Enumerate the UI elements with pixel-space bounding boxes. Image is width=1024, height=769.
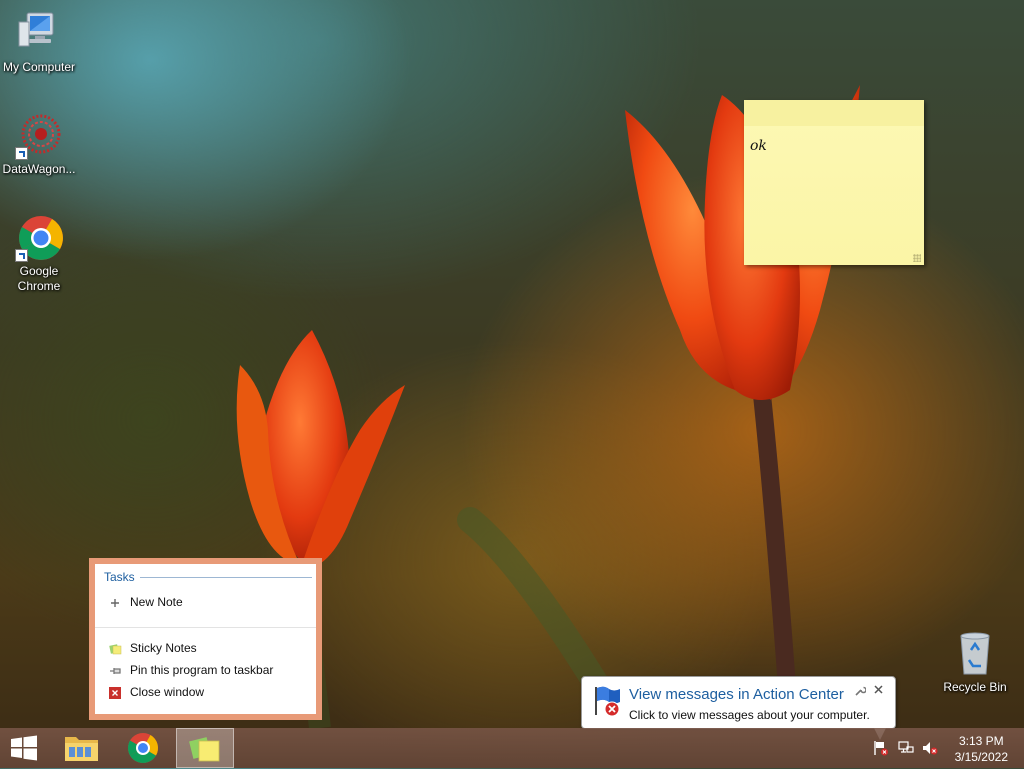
desktop-icon-label: Google Chrome (17, 264, 61, 293)
sticky-notes-icon (109, 642, 122, 655)
desktop-icon-label: DataWagon... (2, 162, 76, 176)
action-center-flag-icon[interactable] (873, 740, 889, 756)
desktop-icon-datawagon[interactable]: DataWagon... (1, 112, 77, 177)
jump-list-item-pin-to-taskbar[interactable]: Pin this program to taskbar (109, 661, 273, 679)
close-icon[interactable] (873, 684, 885, 696)
volume-muted-icon[interactable] (922, 740, 938, 756)
jump-list-item-label: New Note (130, 595, 183, 609)
section-divider (140, 577, 312, 578)
section-divider (95, 627, 316, 628)
recycle-bin-icon (951, 630, 999, 678)
notification-message[interactable]: Click to view messages about your comput… (629, 708, 870, 722)
desktop-icon-recycle-bin[interactable]: Recycle Bin (937, 630, 1013, 695)
clock-date: 3/15/2022 (954, 750, 1008, 764)
desktop-icon-label: Recycle Bin (943, 680, 1007, 694)
shortcut-arrow-icon (15, 249, 28, 262)
sticky-notes-jump-list: Tasks New Note Sticky Notes Pin this pro… (89, 558, 322, 720)
clock-time: 3:13 PM (958, 734, 1004, 748)
taskbar: 3:13 PM 3/15/2022 (0, 728, 1024, 768)
desktop-icon-google-chrome[interactable]: Google Chrome (1, 214, 77, 294)
close-icon (109, 686, 121, 699)
taskbar-google-chrome[interactable] (115, 728, 171, 768)
windows-logo-icon (11, 735, 37, 761)
action-center-notification[interactable]: View messages in Action Center Click to … (581, 676, 896, 740)
sticky-note-window[interactable]: ok (744, 100, 924, 265)
folder-icon (65, 737, 98, 761)
my-computer-icon (15, 10, 63, 58)
sticky-notes-icon (189, 737, 220, 762)
action-center-flag-icon (592, 685, 622, 717)
settings-wrench-icon[interactable] (854, 685, 867, 697)
sticky-note-titlebar[interactable] (744, 100, 924, 126)
start-button[interactable] (0, 728, 48, 768)
jump-list-item-label: Close window (130, 685, 205, 699)
jump-list-item-label: Pin this program to taskbar (130, 663, 274, 677)
network-icon[interactable] (898, 740, 914, 756)
desktop-icon-label: My Computer (2, 60, 76, 74)
sticky-note-text[interactable]: ok (750, 138, 767, 154)
taskbar-file-explorer[interactable] (54, 728, 110, 768)
chrome-icon (15, 214, 63, 262)
shortcut-arrow-icon (15, 147, 28, 160)
notification-title[interactable]: View messages in Action Center (629, 686, 844, 703)
jump-list-item-new-note[interactable]: New Note (109, 593, 183, 611)
chrome-icon (127, 733, 159, 764)
plus-icon (109, 596, 121, 608)
system-clock[interactable]: 3:13 PM 3/15/2022 (955, 733, 1008, 765)
jump-list-section-title: Tasks (104, 570, 135, 584)
datawagon-icon (15, 112, 63, 160)
jump-list-item-label: Sticky Notes (130, 641, 197, 655)
jump-list-item-sticky-notes[interactable]: Sticky Notes (109, 639, 197, 657)
pin-icon (109, 664, 121, 676)
jump-list-item-close-window[interactable]: Close window (109, 683, 204, 701)
resize-grip-icon[interactable] (913, 254, 921, 262)
desktop-icon-my-computer[interactable]: My Computer (1, 10, 77, 75)
taskbar-sticky-notes[interactable] (176, 728, 234, 768)
